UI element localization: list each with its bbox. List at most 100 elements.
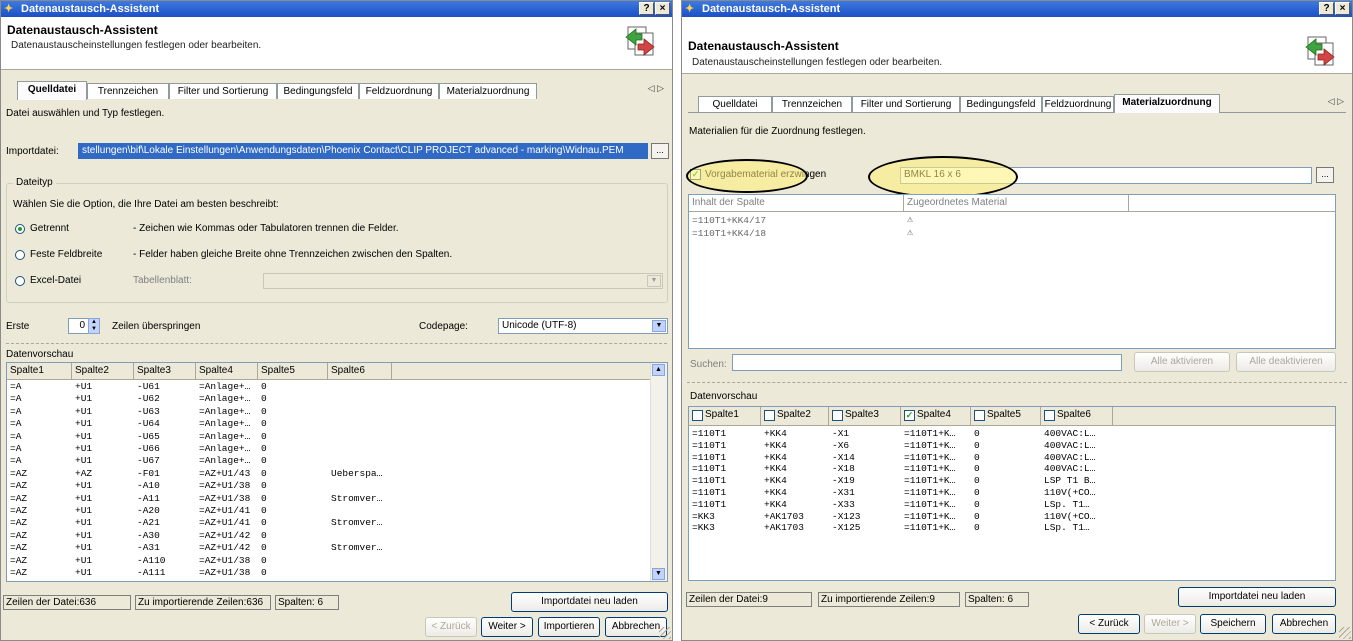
resize-grip-icon[interactable] [659,627,671,639]
radio-excel-datei-label[interactable]: Excel-Datei [30,275,81,286]
tab-materialzuordnung[interactable]: Materialzuordnung [1114,94,1220,113]
column-header[interactable]: Spalte2 [761,407,829,425]
tab-filter-sortierung[interactable]: Filter und Sortierung [852,96,960,112]
table-row[interactable]: =110T1 +KK4 -X31 =110T1+K… 0 110V(+CO… [689,487,1335,498]
table-row[interactable]: =110T1+KK4/17 ⚠ [689,215,1335,226]
column-checkbox-checked[interactable]: ✓ [904,410,915,421]
radio-feste-feldbreite[interactable] [15,250,25,260]
table-row[interactable]: =A +U1 -U66 =Anlage+… 0 [7,443,667,454]
column-checkbox[interactable] [692,410,703,421]
back-button[interactable]: < Zurück [1078,614,1140,634]
table-row[interactable]: =KK3 +AK1703 -X125 =110T1+K… 0 LSp. T1… [689,522,1335,533]
column-checkbox[interactable] [974,410,985,421]
tab-trennzeichen[interactable]: Trennzeichen [87,83,169,99]
table-row[interactable]: =A +U1 -U63 =Anlage+… 0 [7,406,667,417]
import-file-input[interactable]: stellungen\bif\Lokale Einstellungen\Anwe… [78,143,648,159]
title-bar[interactable]: ✦ Datenaustausch-Assistent ? × [1,1,672,17]
tabellenblatt-select[interactable]: ▼ [263,273,663,289]
back-button[interactable]: < Zurück [425,617,477,637]
radio-getrennt-label[interactable]: Getrennt [30,223,69,234]
column-header[interactable]: Spalte3 [134,363,196,379]
reload-import-button[interactable]: Importdatei neu laden [1178,587,1336,607]
table-row[interactable]: =AZ +U1 -A110 =AZ+U1/38 0 [7,555,667,566]
table-row[interactable]: =AZ +U1 -A20 =AZ+U1/41 0 [7,505,667,516]
title-bar[interactable]: ✦ Datenaustausch-Assistent ? × [682,1,1352,17]
next-button[interactable]: Weiter > [481,617,533,637]
tab-trennzeichen[interactable]: Trennzeichen [772,96,852,112]
browse-button[interactable]: ... [651,143,669,159]
table-row[interactable]: =110T1 +KK4 -X33 =110T1+K… 0 LSp. T1… [689,499,1335,510]
column-header[interactable]: Spalte4 [196,363,258,379]
tab-scroll-arrows-icon[interactable]: ◁ ▷ [1328,96,1344,107]
table-row[interactable]: =110T1 +KK4 -X1 =110T1+K… 0 400VAC:L… [689,428,1335,439]
resize-grip-icon[interactable] [1339,627,1351,639]
search-input[interactable] [732,354,1122,371]
cancel-button[interactable]: Abbrechen [1272,614,1336,634]
table-row[interactable]: =A +U1 -U67 =Anlage+… 0 [7,455,667,466]
table-row[interactable]: =110T1 +KK4 -X19 =110T1+K… 0 LSP T1 B… [689,475,1335,486]
column-header[interactable]: Spalte3 [829,407,901,425]
column-header[interactable]: Spalte1 [7,363,72,379]
save-button[interactable]: Speichern [1200,614,1266,634]
reload-import-button[interactable]: Importdatei neu laden [511,592,668,612]
column-header[interactable]: Zugeordnetes Material [904,195,1129,211]
tab-quelldatei[interactable]: Quelldatei [698,96,772,112]
scroll-up-icon[interactable]: ▲ [652,364,665,376]
tab-materialzuordnung[interactable]: Materialzuordnung [439,83,537,99]
column-checkbox[interactable] [832,410,843,421]
help-button[interactable]: ? [1319,2,1334,15]
next-button[interactable]: Weiter > [1144,614,1196,634]
import-button[interactable]: Importieren [538,617,600,637]
tab-feldzuordnung[interactable]: Feldzuordnung [1042,96,1114,112]
codepage-select[interactable]: Unicode (UTF-8) ▼ [498,318,668,334]
table-row[interactable]: =AZ +U1 -A21 =AZ+U1/41 0 Stromver… [7,517,667,528]
column-header[interactable]: ✓ Spalte4 [901,407,971,425]
column-header[interactable]: Inhalt der Spalte [689,195,904,211]
column-header[interactable]: Spalte1 [689,407,761,425]
column-checkbox[interactable] [1044,410,1055,421]
table-row[interactable]: =AZ +U1 -A11 =AZ+U1/38 0 Stromver… [7,493,667,504]
column-header[interactable]: Spalte6 [328,363,392,379]
table-row[interactable]: =KK3 +AK1703 -X123 =110T1+K… 0 110V(+CO… [689,511,1335,522]
radio-feste-feldbreite-label[interactable]: Feste Feldbreite [30,249,102,260]
deactivate-all-button[interactable]: Alle deaktivieren [1236,352,1336,372]
scroll-down-icon[interactable]: ▼ [652,568,665,580]
radio-excel-datei[interactable] [15,276,25,286]
column-header[interactable]: Spalte5 [258,363,328,379]
preview-grid[interactable]: Spalte1 Spalte2 Spalte3 ✓ Spalte4 Spalte5… [688,406,1336,581]
tab-bedingungsfeld[interactable]: Bedingungsfeld [960,96,1042,112]
table-row[interactable]: =A +U1 -U61 =Anlage+… 0 [7,381,667,392]
tab-quelldatei[interactable]: Quelldatei [17,81,87,100]
preview-grid[interactable]: Spalte1 Spalte2 Spalte3 Spalte4 Spalte5 … [6,362,668,582]
tab-bedingungsfeld[interactable]: Bedingungsfeld [277,83,359,99]
table-row[interactable]: =A +U1 -U65 =Anlage+… 0 [7,431,667,442]
table-row[interactable]: =AZ +U1 -A30 =AZ+U1/42 0 [7,530,667,541]
close-button[interactable]: × [1335,2,1350,15]
material-mapping-grid[interactable]: Inhalt der Spalte Zugeordnetes Material … [688,194,1336,349]
material-browse-button[interactable]: ... [1316,167,1334,183]
table-row[interactable]: =110T1 +KK4 -X6 =110T1+K… 0 400VAC:L… [689,440,1335,451]
table-row[interactable]: =AZ +U1 -A10 =AZ+U1/38 0 [7,480,667,491]
cancel-button[interactable]: Abbrechen [605,617,667,637]
column-header[interactable]: Spalte5 [971,407,1041,425]
column-header[interactable]: Spalte6 [1041,407,1113,425]
table-row[interactable]: =A +U1 -U64 =Anlage+… 0 [7,418,667,429]
table-row[interactable]: =110T1 +KK4 -X14 =110T1+K… 0 400VAC:L… [689,452,1335,463]
table-row[interactable]: =110T1+KK4/18 ⚠ [689,228,1335,239]
chevron-down-icon[interactable]: ▼ [652,320,666,332]
table-row[interactable]: =AZ +U1 -A111 =AZ+U1/38 0 [7,567,667,578]
column-header[interactable]: Spalte2 [72,363,134,379]
close-button[interactable]: × [655,2,670,15]
chevron-down-icon[interactable]: ▼ [647,275,661,287]
table-row[interactable]: =AZ +U1 -A31 =AZ+U1/42 0 Stromver… [7,542,667,553]
activate-all-button[interactable]: Alle aktivieren [1134,352,1230,372]
column-checkbox[interactable] [764,410,775,421]
tab-feldzuordnung[interactable]: Feldzuordnung [359,83,439,99]
tab-filter-sortierung[interactable]: Filter und Sortierung [169,83,277,99]
table-row[interactable]: =A +U1 -U62 =Anlage+… 0 [7,393,667,404]
tab-scroll-arrows-icon[interactable]: ◁ ▷ [648,83,664,94]
vertical-scrollbar[interactable]: ▲ ▼ [650,363,667,581]
skip-rows-stepper[interactable]: ▲ ▼ [88,318,100,334]
table-row[interactable]: =110T1 +KK4 -X18 =110T1+K… 0 400VAC:L… [689,463,1335,474]
help-button[interactable]: ? [639,2,654,15]
